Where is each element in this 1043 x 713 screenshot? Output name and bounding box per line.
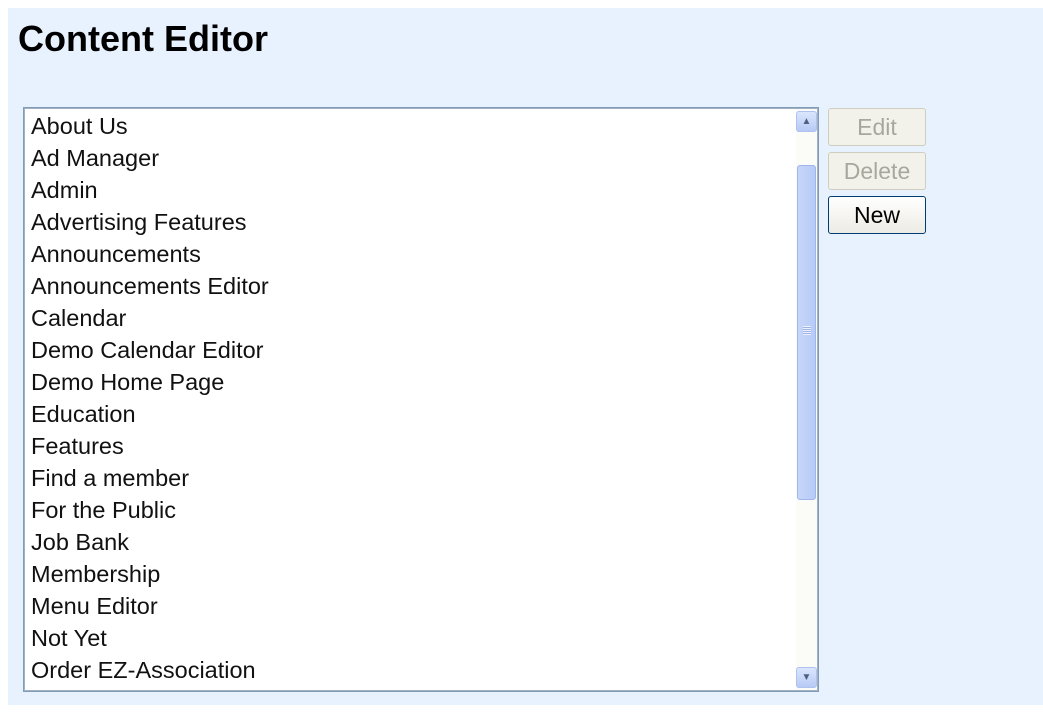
- content-editor-panel: Content Editor About Us Ad Manager Admin Ad…: [8, 8, 1043, 705]
- list-item[interactable]: Advertising Features: [24, 206, 796, 238]
- list-item[interactable]: Ad Manager: [24, 142, 796, 174]
- page-title: Content Editor: [18, 18, 268, 59]
- list-item[interactable]: Admin: [24, 174, 796, 206]
- grip-icon: [803, 326, 811, 335]
- scroll-down-button[interactable]: ▼: [796, 667, 817, 688]
- list-item[interactable]: Membership: [24, 558, 796, 590]
- list-item[interactable]: For the Public: [24, 494, 796, 526]
- list-item[interactable]: Not Yet: [24, 622, 796, 654]
- edit-button[interactable]: Edit: [828, 108, 926, 146]
- scroll-thumb[interactable]: [797, 165, 816, 500]
- list-item[interactable]: Job Bank: [24, 526, 796, 558]
- list-item[interactable]: Features: [24, 430, 796, 462]
- scroll-up-button[interactable]: ▲: [796, 111, 817, 132]
- list-item[interactable]: Calendar: [24, 302, 796, 334]
- delete-button[interactable]: Delete: [828, 152, 926, 190]
- list-item[interactable]: Demo Home Page: [24, 366, 796, 398]
- list-item[interactable]: About Us: [24, 110, 796, 142]
- chevron-up-icon: ▲: [801, 116, 812, 127]
- list-item[interactable]: Announcements: [24, 238, 796, 270]
- list-item[interactable]: Find a member: [24, 462, 796, 494]
- list-item[interactable]: Order EZ-Association: [24, 654, 796, 686]
- list-item[interactable]: Demo Calendar Editor: [24, 334, 796, 366]
- list-item[interactable]: Education: [24, 398, 796, 430]
- listbox-scrollbar[interactable]: ▲ ▼: [796, 109, 817, 690]
- chevron-down-icon: ▼: [801, 672, 812, 683]
- list-item[interactable]: Menu Editor: [24, 590, 796, 622]
- content-listbox[interactable]: About Us Ad Manager Admin Advertising Featu…: [23, 107, 819, 692]
- list-item[interactable]: Announcements Editor: [24, 270, 796, 302]
- content-list-items: About Us Ad Manager Admin Advertising Featu…: [24, 110, 796, 686]
- new-button[interactable]: New: [828, 196, 926, 234]
